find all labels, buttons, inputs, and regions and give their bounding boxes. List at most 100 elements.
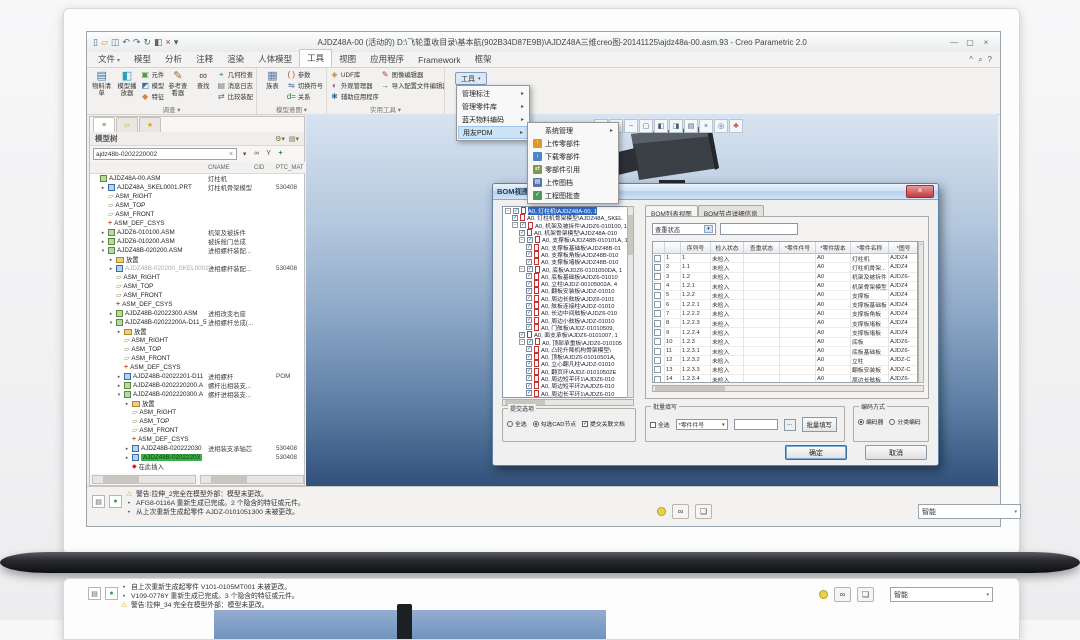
bom-table-row[interactable]: 71.2.2.2未检入A0支撑板角板AJDZ4 xyxy=(653,310,917,319)
tree-row[interactable]: ▾AJDZ48B-020200.ASM进相螺杆装配... xyxy=(90,246,304,255)
node-checkbox[interactable]: ✓ xyxy=(526,281,532,287)
tools-overflow-button[interactable]: 工具 ▾ xyxy=(455,72,487,85)
saved-views-icon[interactable]: ◨ xyxy=(669,119,683,133)
bom-table-hscrollbar[interactable] xyxy=(652,385,924,392)
redo-icon[interactable]: ↷ xyxy=(133,37,141,47)
bom-tree-vscrollbar[interactable] xyxy=(627,206,634,398)
expand-icon[interactable]: ▸ xyxy=(100,185,106,191)
find-button[interactable]: ∞ xyxy=(672,504,689,519)
row-checkbox[interactable] xyxy=(653,338,665,347)
clipboard-button[interactable]: ❏ xyxy=(857,587,874,602)
expand-icon[interactable]: ▾ xyxy=(108,320,114,326)
browser-icon[interactable]: ● xyxy=(105,587,118,600)
bom-table-row[interactable]: 61.2.2.1未检入A0支撑板基础板AJDZ4 xyxy=(653,300,917,309)
tree-search-input[interactable] xyxy=(93,148,237,160)
bom-table-row[interactable]: 101.2.3未检入A0底板AJDZ6- xyxy=(653,338,917,347)
row-checkbox[interactable] xyxy=(653,291,665,300)
bom-table-row[interactable]: 91.2.2.4未检入A0支撑板堵板AJDZ4 xyxy=(653,328,917,337)
tree-row[interactable]: ▱ASM_FRONT xyxy=(90,210,304,219)
tree-row[interactable]: ▱ASM_RIGHT xyxy=(90,273,304,282)
zoom-out-icon[interactable]: − xyxy=(624,119,638,133)
menu-item-下载零部件[interactable]: ↓下载零部件 xyxy=(529,150,617,163)
menu-item-零部件引用[interactable]: ⇄零部件引用 xyxy=(529,163,617,176)
find-button[interactable]: ∞ xyxy=(834,587,851,602)
node-checkbox[interactable]: ✓ xyxy=(526,317,532,323)
bom-table-row[interactable]: 51.2.2未检入A0支撑板AJDZ4 xyxy=(653,291,917,300)
tab-文件[interactable]: 文件▾ xyxy=(91,51,127,67)
tab-视图[interactable]: 视图 xyxy=(332,51,363,67)
expand-icon[interactable]: ▸ xyxy=(108,257,114,263)
node-checkbox[interactable]: ✓ xyxy=(526,361,532,367)
ribbon-import-config-editor-button[interactable]: →导入配置文件编辑器 xyxy=(381,80,445,91)
tree-row[interactable]: ▸放置 xyxy=(90,327,304,336)
ribbon-model-button[interactable]: ◩模型 xyxy=(141,80,165,91)
column-ptc-mat[interactable]: PTC_MAT xyxy=(276,165,306,171)
ribbon-family-table-button[interactable]: ▦族表 xyxy=(260,69,285,90)
row-checkbox[interactable] xyxy=(653,356,665,365)
tree-row[interactable]: ▾AJDZ48B-0202220300.A螺杆进相装支... xyxy=(90,390,304,399)
node-checkbox[interactable]: ✓ xyxy=(519,230,525,236)
bom-table-row[interactable]: 81.2.2.3未检入A0支撑板堵板AJDZ4 xyxy=(653,319,917,328)
menu-item-管理零件库[interactable]: 管理零件库▸ xyxy=(458,100,528,113)
customize-icon[interactable]: ▾ xyxy=(174,37,179,47)
node-checkbox[interactable]: ✓ xyxy=(520,222,526,228)
tree-row[interactable]: ▱ASM_FRONT xyxy=(90,354,304,363)
node-checkbox[interactable]: ✓ xyxy=(519,332,525,338)
tree-row[interactable]: ▾AJDZ48B-02022200A-D11_5进相螺杆总成(... xyxy=(90,318,304,327)
collapse-icon[interactable]: − xyxy=(512,222,518,228)
tree-row[interactable]: ▸AJDZ48B-02022300.ASM进相改变右座 xyxy=(90,309,304,318)
tree-row[interactable]: ▱ASM_RIGHT xyxy=(90,408,304,417)
selection-filter-combo[interactable]: 智能 ▾ xyxy=(890,587,993,602)
batch-more-button[interactable]: ... xyxy=(784,419,796,431)
datum-display-icon[interactable]: × xyxy=(699,119,713,133)
row-checkbox[interactable] xyxy=(653,366,665,375)
ribbon-parameters-button[interactable]: ( )参数 xyxy=(287,69,323,80)
expand-icon[interactable]: ▾ xyxy=(116,392,122,398)
ribbon-component-button[interactable]: ▣元件 xyxy=(141,69,165,80)
restore-button[interactable]: ▢ xyxy=(964,38,976,47)
close-window-icon[interactable]: × xyxy=(166,37,171,47)
save-icon[interactable]: ◫ xyxy=(111,37,120,47)
tree-display-icon[interactable]: ▤▾ xyxy=(289,135,299,143)
spin-center-icon[interactable]: ❖ xyxy=(729,119,743,133)
radio-勾选CAD节点[interactable]: 勾选CAD节点 xyxy=(533,419,576,428)
tree-row[interactable]: AJDZ48A-00.ASM灯柱机 xyxy=(90,174,304,183)
ribbon-relations-button[interactable]: d=关系 xyxy=(287,91,323,102)
tab-工具[interactable]: 工具 xyxy=(299,49,332,67)
ribbon-auxiliary-apps-button[interactable]: ✱辅助应用程序 xyxy=(330,91,379,102)
minimize-button[interactable]: — xyxy=(948,38,960,47)
repaint-icon[interactable]: ▢ xyxy=(639,119,653,133)
ribbon-reference-viewer-button[interactable]: ✎参考查看器 xyxy=(166,69,189,97)
ribbon-model-player-button[interactable]: ◧模型播放器 xyxy=(115,69,138,97)
tab-注释[interactable]: 注释 xyxy=(189,51,220,67)
annotation-display-icon[interactable]: ◎ xyxy=(714,119,728,133)
row-checkbox[interactable] xyxy=(653,310,665,319)
tab-框架[interactable]: 框架 xyxy=(468,51,499,67)
radio-全选[interactable]: 全选 xyxy=(507,419,527,428)
view-manager-icon[interactable]: ▤ xyxy=(684,119,698,133)
checkbox-提交关联文档[interactable]: ✓提交关联文档 xyxy=(582,419,625,428)
tree-row[interactable]: +ASM_DEF_CSYS xyxy=(90,219,304,228)
row-checkbox[interactable] xyxy=(653,300,665,309)
bom-table-row[interactable]: 121.2.3.2未检入A0立柱AJDZ-C xyxy=(653,356,917,365)
menu-item-管理标注[interactable]: 管理标注▸ xyxy=(458,87,528,100)
ribbon-find-button[interactable]: ∞查找 xyxy=(191,69,214,90)
tree-row[interactable]: ▸AJDZ6-010200.ASM被拆舱门总成 xyxy=(90,237,304,246)
tree-row[interactable]: ▸AJDZ48A_SKEL0001.PRT灯柱机骨架模型530408 xyxy=(90,183,304,192)
ribbon-geometry-check-button[interactable]: ⌖几何检查 xyxy=(217,69,253,80)
bom-table-row[interactable]: 141.2.3.4未检入A0周边长舷板AJDZ6- xyxy=(653,375,917,383)
history-dropdown-icon[interactable]: ▾ xyxy=(239,150,250,158)
batch-field-combo[interactable]: *零件件号▾ xyxy=(676,419,728,430)
collapse-icon[interactable]: − xyxy=(519,237,525,243)
node-checkbox[interactable]: ✓ xyxy=(512,215,518,221)
regenerate-icon[interactable]: ↻ xyxy=(143,37,151,47)
expand-icon[interactable]: ▸ xyxy=(124,455,130,461)
bom-table-row[interactable]: 41.2.1未检入A0机架骨架模型AJDZ4 xyxy=(653,282,917,291)
tree-row[interactable]: ▱ASM_TOP xyxy=(90,282,304,291)
close-button[interactable]: × xyxy=(980,38,992,47)
bom-column-header[interactable]: 序列号 xyxy=(681,242,711,254)
tree-hscrollbar-right[interactable] xyxy=(200,475,304,484)
row-checkbox[interactable] xyxy=(653,282,665,291)
tree-row[interactable]: ▱ASM_RIGHT xyxy=(90,192,304,201)
expand-icon[interactable]: ▸ xyxy=(124,401,130,407)
